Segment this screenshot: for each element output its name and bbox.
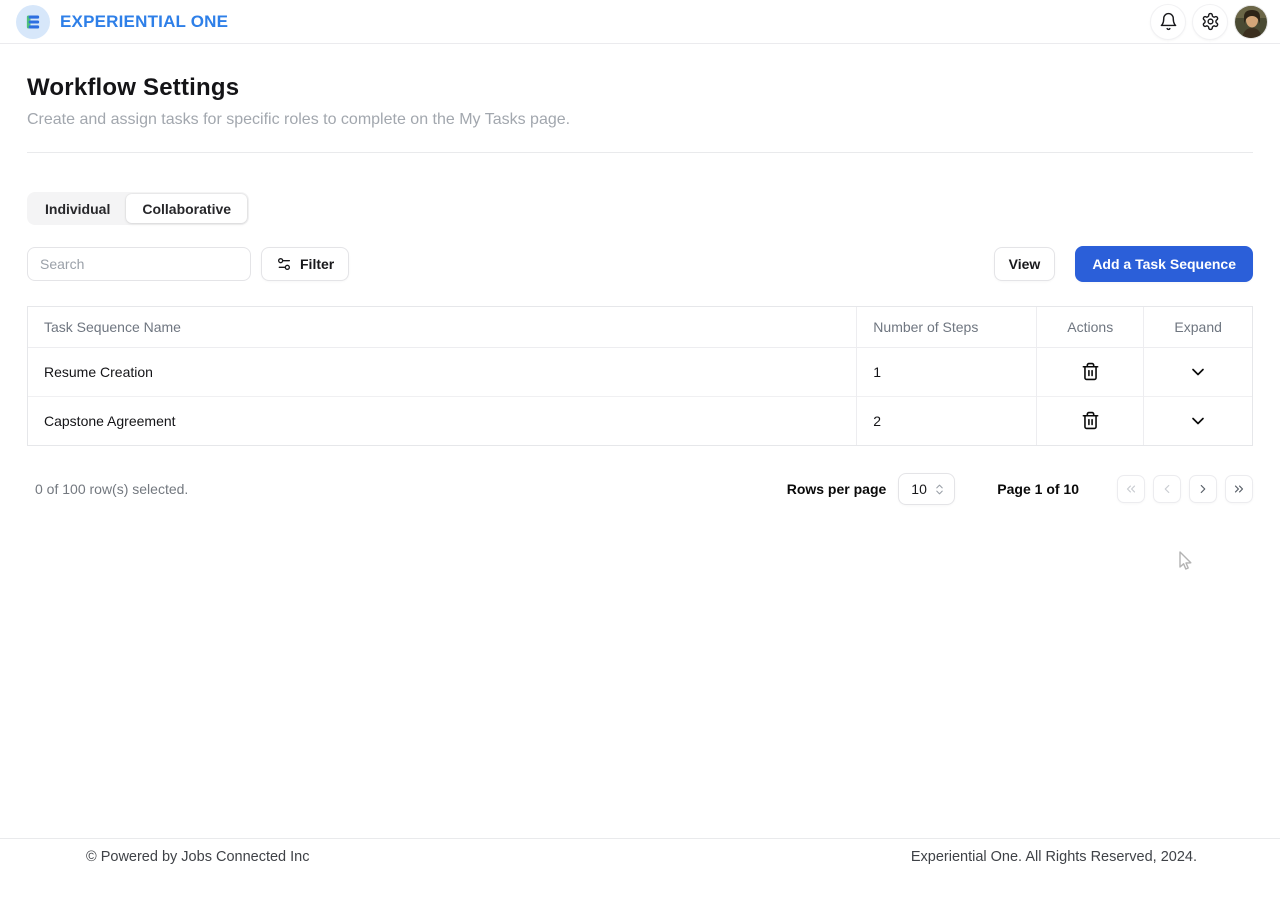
column-header-actions: Actions (1036, 307, 1145, 348)
footer-powered-by: © Powered by Jobs Connected Inc (86, 849, 310, 865)
filter-sliders-icon (276, 256, 292, 272)
footer-copyright: Experiential One. All Rights Reserved, 2… (910, 849, 1197, 865)
bell-icon (1159, 12, 1178, 31)
notifications-button[interactable] (1150, 3, 1186, 40)
search-input[interactable] (27, 247, 251, 281)
chevron-right-icon (1196, 482, 1210, 496)
rows-per-page-select[interactable]: 10 (898, 473, 956, 505)
table-row[interactable]: Resume Creation 1 (28, 347, 1252, 396)
expand-row-button[interactable] (1184, 358, 1212, 386)
cell-sequence-name: Resume Creation (28, 347, 858, 396)
chevron-left-icon (1160, 482, 1174, 496)
settings-button[interactable] (1192, 3, 1228, 40)
chevrons-right-icon (1232, 482, 1246, 496)
page-indicator: Page 1 of 10 (997, 481, 1079, 497)
delete-row-button[interactable] (1077, 407, 1104, 434)
toolbar: Filter View Add a Task Sequence (27, 246, 1253, 282)
view-button-label: View (1008, 256, 1041, 272)
rows-per-page-label: Rows per page (786, 481, 887, 497)
page-title: Workflow Settings (27, 74, 240, 101)
page-subtitle: Create and assign tasks for specific rol… (27, 111, 571, 128)
trash-icon (1081, 362, 1100, 381)
first-page-button[interactable] (1117, 475, 1145, 503)
brand-logo-icon (16, 4, 50, 39)
trash-icon (1081, 411, 1100, 430)
cell-sequence-name: Capstone Agreement (28, 395, 858, 445)
add-task-sequence-label: Add a Task Sequence (1092, 256, 1236, 272)
chevron-down-icon (1188, 362, 1208, 382)
page-footer: © Powered by Jobs Connected Inc Experien… (0, 838, 1280, 911)
app-header: EXPERIENTIAL ONE (0, 0, 1280, 44)
last-page-button[interactable] (1225, 475, 1253, 503)
chevron-down-icon (1188, 411, 1208, 431)
cell-steps: 2 (856, 395, 1038, 445)
appbar-actions (1150, 3, 1268, 40)
table-row[interactable]: Capstone Agreement 2 (28, 395, 1252, 445)
gear-icon (1201, 12, 1220, 31)
filter-button-label: Filter (300, 256, 335, 272)
table-header-row: Task Sequence Name Number of Steps Actio… (28, 307, 1252, 348)
brand: EXPERIENTIAL ONE (16, 4, 229, 39)
view-button[interactable]: View (993, 247, 1056, 281)
brand-name: EXPERIENTIAL ONE (60, 11, 229, 31)
user-avatar[interactable] (1234, 4, 1268, 39)
main-content: Workflow Settings Create and assign task… (0, 44, 1280, 838)
column-header-expand: Expand (1143, 307, 1252, 348)
chevrons-left-icon (1124, 482, 1138, 496)
rows-per-page-value: 10 (911, 481, 927, 497)
expand-row-button[interactable] (1184, 407, 1212, 435)
pagination-bar: 0 of 100 row(s) selected. Rows per page … (27, 473, 1253, 505)
delete-row-button[interactable] (1077, 358, 1104, 385)
task-sequence-table: Task Sequence Name Number of Steps Actio… (27, 306, 1253, 446)
column-header-name: Task Sequence Name (28, 307, 858, 348)
previous-page-button[interactable] (1153, 475, 1181, 503)
tab-individual[interactable]: Individual (29, 194, 126, 223)
title-divider (27, 152, 1253, 153)
column-header-steps: Number of Steps (856, 307, 1038, 348)
cell-steps: 1 (856, 347, 1038, 396)
add-task-sequence-button[interactable]: Add a Task Sequence (1075, 246, 1253, 282)
rows-selected-text: 0 of 100 row(s) selected. (35, 481, 189, 497)
task-type-tabs: Individual Collaborative (27, 192, 250, 225)
filter-button[interactable]: Filter (261, 247, 350, 281)
next-page-button[interactable] (1189, 475, 1217, 503)
pager-buttons (1117, 475, 1253, 503)
tab-collaborative[interactable]: Collaborative (126, 194, 248, 223)
chevrons-up-down-icon (933, 483, 946, 496)
